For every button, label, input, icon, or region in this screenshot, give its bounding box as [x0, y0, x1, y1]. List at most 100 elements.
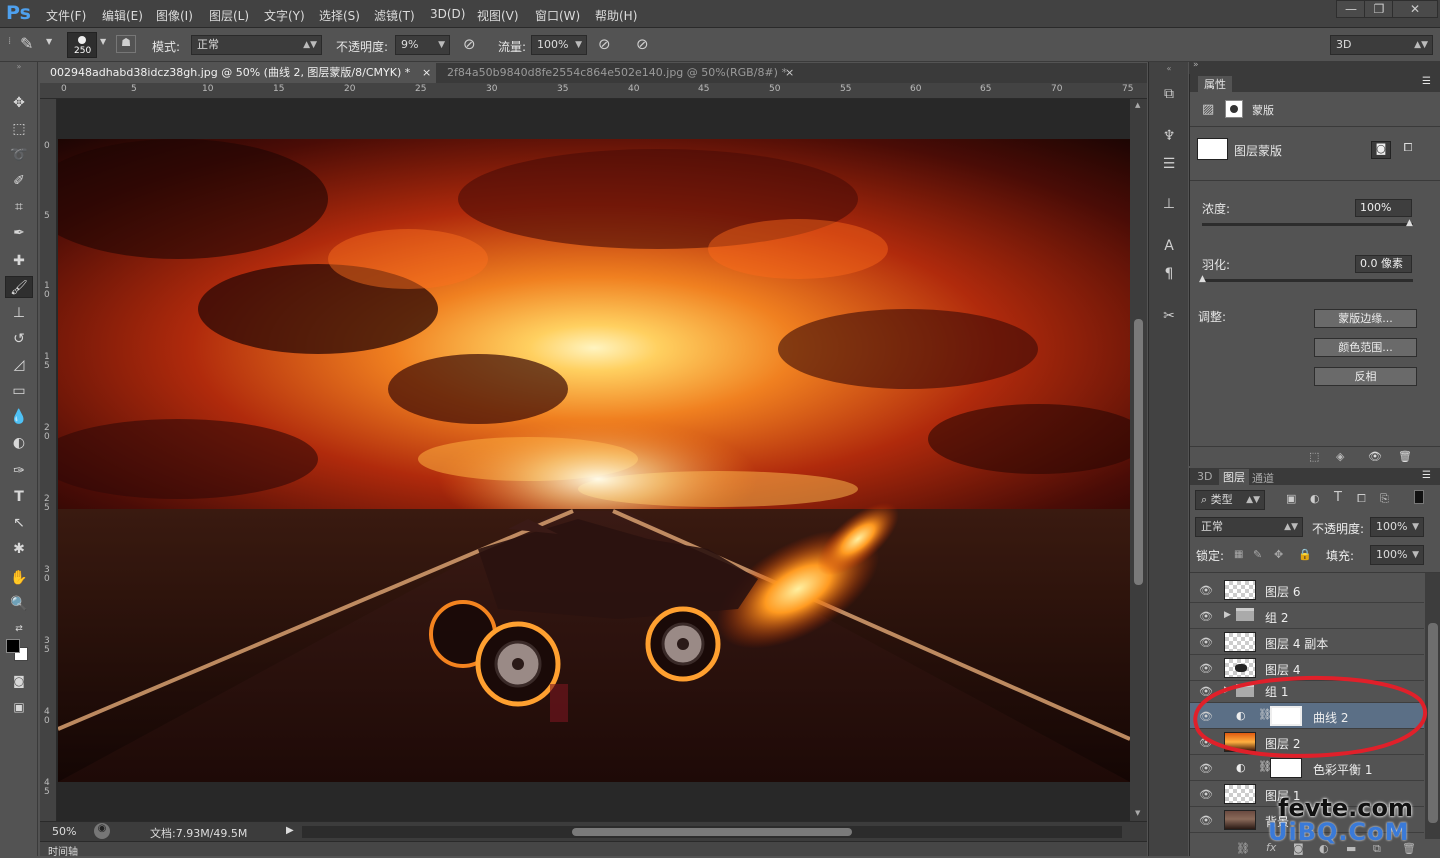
- visibility-eye-icon[interactable]: 👁: [1199, 788, 1213, 801]
- brush-tool-icon[interactable]: 🖌: [5, 276, 33, 298]
- toggle-mask-icon[interactable]: 👁: [1368, 450, 1382, 463]
- tab-3d[interactable]: 3D: [1197, 470, 1212, 483]
- layer-row-color-balance-1[interactable]: 👁 ◐ ⛓ 色彩平衡 1: [1190, 755, 1424, 781]
- tab-document-1[interactable]: 002948adhabd38idcz38gh.jpg @ 50% (曲线 2, …: [40, 63, 436, 83]
- layer-row-curves-2[interactable]: 👁 ◐ ⛓ 曲线 2: [1190, 703, 1424, 729]
- stamp-tool-icon[interactable]: ⊥: [5, 302, 33, 324]
- marquee-tool-icon[interactable]: ⬚: [5, 118, 33, 140]
- lock-transparent-icon[interactable]: ▦: [1234, 549, 1243, 560]
- dodge-tool-icon[interactable]: ◐: [5, 432, 33, 454]
- mask-thumbnail[interactable]: [1197, 138, 1228, 160]
- layer-mask-thumbnail[interactable]: [1270, 706, 1302, 726]
- vertical-scrollbar[interactable]: ▲ ▼: [1130, 99, 1147, 821]
- hand-tool-icon[interactable]: ✋: [5, 567, 33, 589]
- lasso-tool-icon[interactable]: ➰: [5, 144, 33, 166]
- tab-properties[interactable]: 属性: [1198, 76, 1232, 92]
- status-info-icon[interactable]: ◉: [94, 823, 110, 839]
- visibility-eye-icon[interactable]: 👁: [1199, 762, 1213, 775]
- link-layers-icon[interactable]: ⛓: [1236, 842, 1250, 855]
- minimize-button[interactable]: —: [1336, 0, 1366, 18]
- pressure-opacity-icon[interactable]: ⊘: [463, 35, 476, 53]
- eyedropper-tool-icon[interactable]: ✒: [5, 222, 33, 244]
- zoom-tool-icon[interactable]: 🔍: [5, 593, 33, 615]
- menu-select[interactable]: 选择(S): [319, 7, 360, 24]
- swap-colors-icon[interactable]: ⇄: [5, 618, 33, 640]
- scroll-down-icon[interactable]: ▼: [1135, 809, 1140, 817]
- mode-select[interactable]: 正常 ▲▼: [191, 35, 322, 55]
- feather-input[interactable]: 0.0 像素: [1355, 255, 1412, 273]
- path-select-tool-icon[interactable]: ↖: [5, 512, 33, 534]
- menu-window[interactable]: 窗口(W): [535, 7, 580, 24]
- opacity-input[interactable]: 9% ▼: [395, 35, 450, 55]
- layers-scrollbar[interactable]: [1425, 573, 1440, 839]
- menu-filter[interactable]: 滤镜(T): [374, 7, 415, 24]
- filter-smart-icon[interactable]: ⎘: [1380, 492, 1389, 506]
- collapse-arrows-icon[interactable]: »: [5, 62, 33, 72]
- visibility-eye-icon[interactable]: 👁: [1199, 584, 1213, 597]
- document-image[interactable]: [58, 139, 1130, 782]
- menu-type[interactable]: 文字(Y): [264, 7, 305, 24]
- lock-pixels-icon[interactable]: ✎: [1253, 548, 1262, 561]
- character-panel-icon[interactable]: A: [1158, 238, 1180, 258]
- blend-mode-select[interactable]: 正常 ▲▼: [1195, 517, 1303, 537]
- visibility-eye-icon[interactable]: 👁: [1199, 736, 1213, 749]
- filter-type-icon[interactable]: T: [1334, 490, 1342, 505]
- type-tool-icon[interactable]: T: [5, 486, 33, 508]
- brush-tool-icon[interactable]: ✎: [20, 34, 33, 53]
- dock-collapse-icon[interactable]: «: [1158, 64, 1180, 74]
- load-selection-icon[interactable]: ⬚: [1309, 450, 1319, 463]
- visibility-eye-icon[interactable]: 👁: [1199, 710, 1213, 723]
- visibility-eye-icon[interactable]: 👁: [1199, 610, 1213, 623]
- status-menu-arrow-icon[interactable]: ▶: [286, 825, 294, 836]
- layer-row-layer-6[interactable]: 👁 图层 6: [1190, 577, 1424, 603]
- expand-triangle-icon[interactable]: ▶: [1224, 685, 1231, 695]
- menu-layer[interactable]: 图层(L): [209, 7, 249, 24]
- tab-close-icon[interactable]: ×: [422, 63, 431, 83]
- feather-slider-handle-icon[interactable]: ▲: [1199, 274, 1206, 284]
- tab-close-icon[interactable]: ×: [785, 63, 794, 83]
- move-tool-icon[interactable]: ✥: [5, 92, 33, 114]
- apply-mask-icon[interactable]: ◈: [1336, 450, 1344, 463]
- density-slider-handle-icon[interactable]: ▲: [1406, 218, 1413, 228]
- tool-presets-icon[interactable]: ✂: [1158, 308, 1180, 328]
- hscroll-thumb[interactable]: [572, 828, 852, 836]
- scroll-up-icon[interactable]: ▲: [1135, 101, 1140, 109]
- brush-panel-icon[interactable]: ♆: [1158, 128, 1180, 148]
- layers-scroll-thumb[interactable]: [1428, 623, 1438, 823]
- filter-adjustment-icon[interactable]: ◐: [1310, 492, 1320, 505]
- zoom-level[interactable]: 50%: [52, 825, 76, 838]
- tab-document-2[interactable]: 2f84a50b9840d8fe2554c864e502e140.jpg @ 5…: [437, 63, 802, 83]
- delete-mask-icon[interactable]: 🗑: [1398, 450, 1412, 463]
- crop-tool-icon[interactable]: ⌗: [5, 196, 33, 218]
- menu-help[interactable]: 帮助(H): [595, 7, 637, 24]
- density-input[interactable]: 100%: [1355, 199, 1412, 217]
- layer-row-layer-4-copy[interactable]: 👁 图层 4 副本: [1190, 629, 1424, 655]
- visibility-eye-icon[interactable]: 👁: [1199, 636, 1213, 649]
- filter-toggle-switch[interactable]: [1414, 490, 1424, 504]
- visibility-eye-icon[interactable]: 👁: [1199, 662, 1213, 675]
- blur-tool-icon[interactable]: 💧: [5, 406, 33, 428]
- menu-view[interactable]: 视图(V): [477, 7, 519, 24]
- menu-file[interactable]: 文件(F): [46, 7, 86, 24]
- brush-preset-picker[interactable]: 250: [67, 32, 97, 58]
- layer-filter-select[interactable]: ⌕ 类型 ▲▼: [1195, 490, 1265, 510]
- timeline-bar[interactable]: 时间轴: [40, 841, 1147, 858]
- lock-position-icon[interactable]: ✥: [1274, 548, 1283, 561]
- airbrush-icon[interactable]: ⊘: [598, 35, 611, 53]
- invert-button[interactable]: 反相: [1314, 367, 1417, 386]
- tab-layers[interactable]: 图层: [1219, 469, 1249, 485]
- healing-tool-icon[interactable]: ✚: [5, 250, 33, 272]
- mask-edge-button[interactable]: 蒙版边缘...: [1314, 309, 1417, 328]
- tab-channels[interactable]: 通道: [1252, 470, 1274, 486]
- dropdown-arrow-icon[interactable]: ▼: [46, 37, 52, 46]
- layer-opacity-input[interactable]: 100% ▼: [1370, 517, 1424, 537]
- brush-panel-icon[interactable]: ☗: [116, 35, 136, 53]
- eraser-tool-icon[interactable]: ◿: [5, 354, 33, 376]
- visibility-eye-icon[interactable]: 👁: [1199, 814, 1213, 827]
- workspace-select[interactable]: 3D ▲▼: [1330, 35, 1433, 55]
- scroll-thumb[interactable]: [1134, 319, 1143, 585]
- fill-input[interactable]: 100% ▼: [1370, 545, 1424, 565]
- quick-mask-icon[interactable]: ◙: [5, 670, 33, 692]
- feather-slider[interactable]: [1202, 279, 1413, 282]
- screen-mode-icon[interactable]: ▣: [5, 696, 33, 718]
